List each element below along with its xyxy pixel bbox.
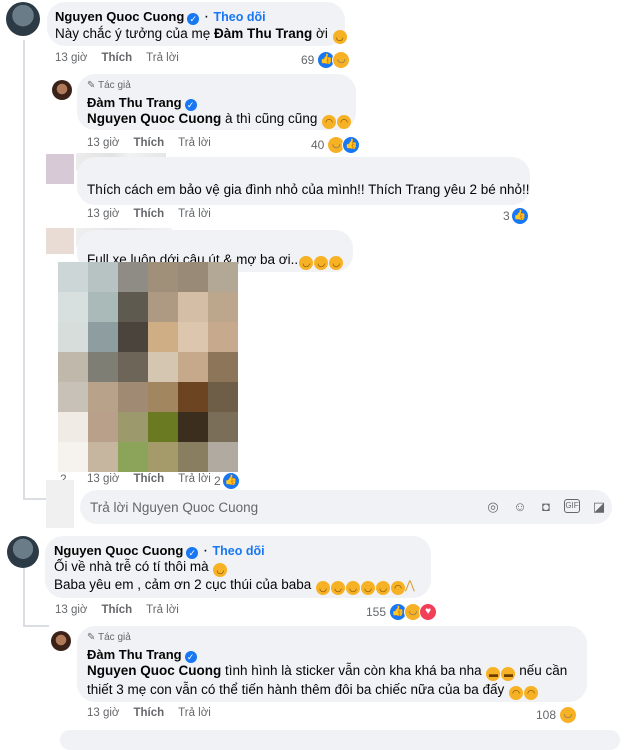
laugh-emoji-icon: ◡: [299, 256, 314, 270]
love-reaction-icon: ♥: [419, 603, 438, 621]
avatar[interactable]: [51, 631, 71, 651]
pray-emoji-icon: ⋀: [405, 578, 415, 592]
blush-emoji-icon: ◡: [346, 581, 361, 595]
thread-line: [23, 40, 25, 500]
sunglasses-emoji-icon: ▬: [501, 667, 516, 681]
blurred-avatar: [46, 154, 74, 184]
comment-meta: 13 giờ Thích Trả lời: [87, 208, 211, 220]
reply-placeholder-text: Trả lời Nguyen Quoc Cuong: [90, 500, 259, 515]
reply-button[interactable]: Trả lời: [146, 52, 179, 64]
avatar-sticker-icon[interactable]: ◎: [485, 499, 501, 515]
follow-button[interactable]: Theo dõi: [214, 10, 266, 24]
blurred-avatar: [46, 228, 74, 254]
reply-button[interactable]: Trả lời: [178, 208, 211, 220]
avatar[interactable]: [7, 536, 39, 568]
grin-emoji-icon: ◠: [509, 686, 524, 700]
reply-button[interactable]: Trả lời: [146, 604, 179, 616]
like-reaction-icon: 👍: [342, 136, 361, 154]
comment-meta: 13 giờ Thích Trả lời: [55, 604, 179, 616]
reaction-summary[interactable]: 69 👍 ◡: [301, 51, 351, 69]
laugh-emoji-icon: ◡: [329, 256, 344, 270]
comment-text: Này chắc ý tưởng của mẹ Đàm Thu Trang ời…: [55, 25, 347, 44]
comment-meta: 13 giờ Thích Trả lời: [87, 473, 211, 485]
avatar[interactable]: [52, 80, 72, 100]
haha-reaction-icon: ◡: [332, 51, 351, 69]
pencil-icon: ✎: [87, 80, 96, 91]
grin-emoji-icon: ◠: [322, 115, 337, 129]
like-reaction-icon: 👍: [221, 472, 240, 490]
next-comment-bubble: [60, 730, 620, 750]
emoji-icon[interactable]: ☺: [512, 499, 528, 515]
comment-author[interactable]: Nguyen Quoc Cuong: [54, 543, 183, 558]
reaction-summary[interactable]: 2 👍: [214, 472, 240, 490]
comment-text-line2: Baba yêu em , cảm ơn 2 cục thúi của baba…: [54, 577, 415, 595]
like-button[interactable]: Thích: [101, 52, 132, 64]
author-badge: Tác giả: [98, 80, 131, 91]
verified-icon: ✓: [187, 13, 200, 25]
sticker-icon[interactable]: ◪: [591, 499, 607, 515]
comment-text-line2: thiết 3 mẹ con vẫn có thể tiến hành thêm…: [87, 681, 539, 700]
follow-button[interactable]: Theo dõi: [213, 544, 265, 558]
haha-reaction-icon: ◡: [559, 706, 578, 724]
grin-emoji-icon: ◠: [337, 115, 352, 129]
mention-tag[interactable]: Nguyen Quoc Cuong: [87, 111, 221, 126]
blush-emoji-icon: ◡: [316, 581, 331, 595]
camera-icon[interactable]: ◘: [538, 499, 554, 515]
laugh-emoji-icon: ◡: [332, 30, 347, 44]
grin-emoji-icon: ◠: [391, 581, 406, 595]
comment-text: Thích cách em bảo vệ gia đình nhỏ của mì…: [87, 182, 530, 197]
comment-meta: 13 giờ Thích Trả lời: [55, 52, 179, 64]
like-button[interactable]: Thích: [133, 208, 164, 220]
reaction-summary[interactable]: 108 ◡: [536, 706, 578, 724]
like-reaction-icon: 👍: [510, 207, 529, 225]
reply-button[interactable]: Trả lời: [178, 707, 211, 719]
comment-meta: 13 giờ Thích Trả lời: [87, 137, 211, 149]
like-button[interactable]: Thích: [133, 137, 164, 149]
pencil-icon: ✎: [87, 632, 96, 643]
thread-line: [23, 565, 25, 625]
comment-author[interactable]: Đàm Thu Trang: [87, 647, 182, 662]
comment-text-line1: Ối về nhà trễ có tí thôi mà ◡: [54, 558, 228, 577]
comment-bubble: Thích cách em bảo vệ gia đình nhỏ của mì…: [77, 157, 530, 205]
comment-bubble: Nguyen Quoc Cuong ✓ · Theo dõi Này chắc ý…: [47, 2, 347, 46]
blurred-avatar: [46, 480, 74, 528]
sunglasses-emoji-icon: ▬: [486, 667, 501, 681]
reply-button[interactable]: Trả lời: [178, 473, 211, 485]
reaction-summary[interactable]: 155 👍 ◡ ♥: [366, 603, 438, 621]
mention-tag[interactable]: Đàm Thu Trang: [214, 26, 312, 41]
comment-author[interactable]: Nguyen Quoc Cuong: [55, 9, 184, 24]
comment-meta: 13 giờ Thích Trả lời: [87, 707, 211, 719]
blush-emoji-icon: ◡: [331, 581, 346, 595]
comment-bubble: ✎ Tác giả Đàm Thu Trang ✓ Nguyen Quoc Cuo…: [77, 626, 587, 702]
laugh-emoji-icon: ◡: [314, 256, 329, 270]
comment-bubble: ✎ Tác giả Đàm Thu Trang ✓ Nguyen Quoc Cuo…: [77, 74, 356, 130]
avatar[interactable]: [6, 2, 40, 36]
like-button[interactable]: Thích: [101, 604, 132, 616]
reaction-summary[interactable]: 3 👍: [503, 207, 529, 225]
thread-line-curve: [23, 625, 49, 627]
attached-photo[interactable]: [58, 262, 238, 472]
thread-line-curve: [23, 498, 47, 500]
laugh-emoji-icon: ◡: [213, 563, 228, 577]
comment-text-line1: Nguyen Quoc Cuong tình hình là sticker v…: [87, 663, 568, 681]
gif-icon[interactable]: GIF: [564, 499, 580, 513]
reaction-summary[interactable]: 40 ◡ 👍: [311, 136, 361, 154]
comment-text: Nguyen Quoc Cuong à thì cũng cũng ◠ ◠: [87, 110, 352, 129]
mention-tag[interactable]: Nguyen Quoc Cuong: [87, 663, 221, 678]
reply-button[interactable]: Trả lời: [178, 137, 211, 149]
author-badge: Tác giả: [98, 632, 131, 643]
laugh-emoji-icon: ◡: [376, 581, 391, 595]
comment-bubble: Nguyen Quoc Cuong ✓ · Theo dõi Ối về nhà …: [45, 536, 431, 598]
laugh-emoji-icon: ◡: [361, 581, 376, 595]
comment-author[interactable]: Đàm Thu Trang: [87, 95, 182, 110]
like-button[interactable]: Thích: [133, 707, 164, 719]
grin-emoji-icon: ◠: [524, 686, 539, 700]
like-button[interactable]: Thích: [133, 473, 164, 485]
